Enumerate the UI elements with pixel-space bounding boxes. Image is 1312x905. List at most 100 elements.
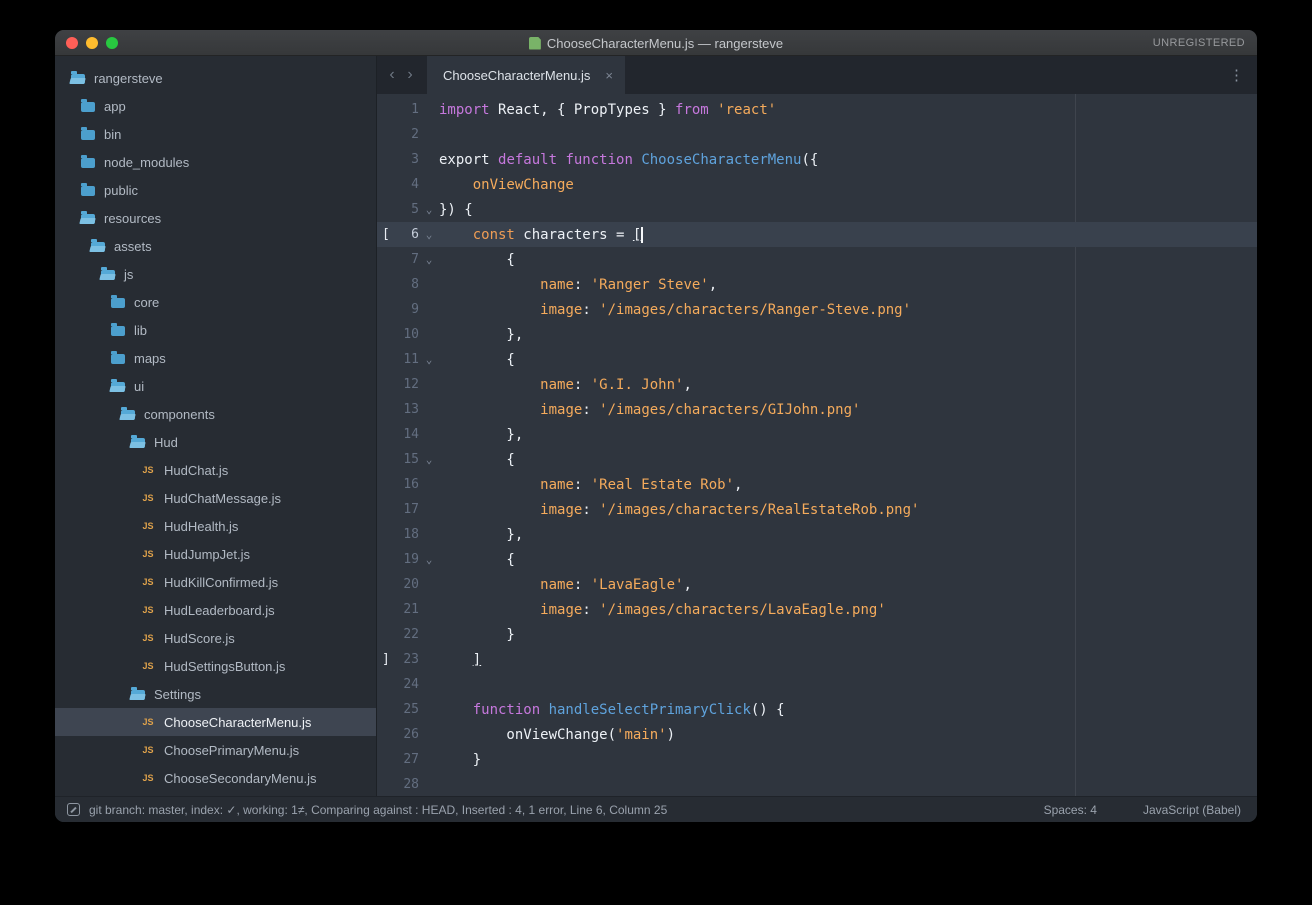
forward-icon[interactable]: › (401, 56, 419, 94)
code-editor[interactable]: 1import React, { PropTypes } from 'react… (377, 94, 1257, 796)
code-line-27[interactable]: 27 } (377, 747, 1257, 772)
fold-arrow-icon[interactable]: ⌄ (419, 453, 439, 466)
sidebar-file-hudsettingsbutton-js[interactable]: JSHudSettingsButton.js (55, 652, 376, 680)
line-number: 26 (393, 727, 419, 742)
sidebar-folder-lib[interactable]: lib (55, 316, 376, 344)
tab-bar: ‹ › ChooseCharacterMenu.js × ⋮ (377, 56, 1257, 94)
line-number: 4 (393, 177, 419, 192)
line-number: 19 (393, 552, 419, 567)
code-line-28[interactable]: 28 (377, 772, 1257, 796)
sidebar-folder-assets[interactable]: assets (55, 232, 376, 260)
code-line-2[interactable]: 2 (377, 122, 1257, 147)
line-number: 23 (393, 652, 419, 667)
code-line-24[interactable]: 24 (377, 672, 1257, 697)
line-number: 7 (393, 252, 419, 267)
line-number: 25 (393, 702, 419, 717)
sidebar-folder-node-modules[interactable]: node_modules (55, 148, 376, 176)
line-number: 18 (393, 527, 419, 542)
sidebar-item-label: ChooseSecondaryMenu.js (164, 771, 316, 786)
sidebar-folder-ui[interactable]: ui (55, 372, 376, 400)
fold-arrow-icon[interactable]: ⌄ (419, 353, 439, 366)
code-line-5[interactable]: 5⌄}) { (377, 197, 1257, 222)
code-line-13[interactable]: 13 image: '/images/characters/GIJohn.png… (377, 397, 1257, 422)
sidebar-folder-rangersteve[interactable]: rangersteve (55, 64, 376, 92)
sidebar-item-label: HudChatMessage.js (164, 491, 281, 506)
fold-arrow-icon[interactable]: ⌄ (419, 203, 439, 216)
sidebar-folder-public[interactable]: public (55, 176, 376, 204)
code-text: { (439, 352, 515, 368)
code-text: onViewChange('main') (439, 727, 675, 743)
back-icon[interactable]: ‹ (383, 56, 401, 94)
syntax-setting[interactable]: JavaScript (Babel) (1143, 803, 1241, 817)
code-line-3[interactable]: 3export default function ChooseCharacter… (377, 147, 1257, 172)
code-line-18[interactable]: 18 }, (377, 522, 1257, 547)
sidebar-file-hudchat-js[interactable]: JSHudChat.js (55, 456, 376, 484)
code-line-26[interactable]: 26 onViewChange('main') (377, 722, 1257, 747)
code-line-17[interactable]: 17 image: '/images/characters/RealEstate… (377, 497, 1257, 522)
code-line-4[interactable]: 4 onViewChange (377, 172, 1257, 197)
sidebar-file-hudleaderboard-js[interactable]: JSHudLeaderboard.js (55, 596, 376, 624)
sidebar-folder-components[interactable]: components (55, 400, 376, 428)
indent-setting[interactable]: Spaces: 4 (1044, 803, 1097, 817)
sidebar-folder-bin[interactable]: bin (55, 120, 376, 148)
sidebar-folder-hud[interactable]: Hud (55, 428, 376, 456)
code-line-14[interactable]: 14 }, (377, 422, 1257, 447)
tab-choose-character-menu[interactable]: ChooseCharacterMenu.js × (427, 56, 625, 94)
sidebar-file-hudscore-js[interactable]: JSHudScore.js (55, 624, 376, 652)
code-line-1[interactable]: 1import React, { PropTypes } from 'react… (377, 97, 1257, 122)
overflow-menu-icon[interactable]: ⋮ (1216, 66, 1257, 84)
sidebar-item-label: lib (134, 323, 147, 338)
code-text: { (439, 552, 515, 568)
code-line-6[interactable]: [6⌄ const characters = [ (377, 222, 1257, 247)
line-number: 9 (393, 302, 419, 317)
sidebar-file-chooseprimarymenu-js[interactable]: JSChoosePrimaryMenu.js (55, 736, 376, 764)
code-line-21[interactable]: 21 image: '/images/characters/LavaEagle.… (377, 597, 1257, 622)
sidebar-file-choosesecondarymenu-js[interactable]: JSChooseSecondaryMenu.js (55, 764, 376, 792)
sidebar-item-label: ui (134, 379, 144, 394)
folder-open-icon (101, 270, 115, 280)
sidebar-folder-core[interactable]: core (55, 288, 376, 316)
sidebar-file-hudhealth-js[interactable]: JSHudHealth.js (55, 512, 376, 540)
folder-icon (81, 130, 95, 140)
code-line-22[interactable]: 22 } (377, 622, 1257, 647)
code-line-7[interactable]: 7⌄ { (377, 247, 1257, 272)
folder-open-icon (71, 74, 85, 84)
folder-open-icon (131, 690, 145, 700)
fold-arrow-icon[interactable]: ⌄ (419, 228, 439, 241)
js-file-icon: JS (141, 577, 155, 587)
close-tab-icon[interactable]: × (605, 68, 613, 83)
code-line-9[interactable]: 9 image: '/images/characters/Ranger-Stev… (377, 297, 1257, 322)
folder-icon (81, 158, 95, 168)
fold-arrow-icon[interactable]: ⌄ (419, 553, 439, 566)
code-line-10[interactable]: 10 }, (377, 322, 1257, 347)
code-line-19[interactable]: 19⌄ { (377, 547, 1257, 572)
sidebar-item-label: bin (104, 127, 121, 142)
code-line-12[interactable]: 12 name: 'G.I. John', (377, 372, 1257, 397)
code-line-16[interactable]: 16 name: 'Real Estate Rob', (377, 472, 1257, 497)
line-number: 20 (393, 577, 419, 592)
sidebar-file-hudchatmessage-js[interactable]: JSHudChatMessage.js (55, 484, 376, 512)
sublime-status-icon[interactable] (67, 803, 80, 816)
sidebar-folder-js[interactable]: js (55, 260, 376, 288)
js-file-icon: JS (141, 465, 155, 475)
code-line-11[interactable]: 11⌄ { (377, 347, 1257, 372)
code-line-8[interactable]: 8 name: 'Ranger Steve', (377, 272, 1257, 297)
sidebar-folder-resources[interactable]: resources (55, 204, 376, 232)
sidebar-file-choosecharactermenu-js[interactable]: JSChooseCharacterMenu.js (55, 708, 376, 736)
sidebar-file-hudkillconfirmed-js[interactable]: JSHudKillConfirmed.js (55, 568, 376, 596)
js-file-icon: JS (141, 661, 155, 671)
titlebar[interactable]: ChooseCharacterMenu.js — rangersteve UNR… (55, 30, 1257, 56)
code-line-25[interactable]: 25 function handleSelectPrimaryClick() { (377, 697, 1257, 722)
code-text: } (439, 627, 515, 643)
code-line-15[interactable]: 15⌄ { (377, 447, 1257, 472)
code-line-23[interactable]: ]23 ] (377, 647, 1257, 672)
sidebar-folder-settings[interactable]: Settings (55, 680, 376, 708)
sidebar-item-label: HudHealth.js (164, 519, 238, 534)
folder-open-icon (81, 214, 95, 224)
fold-arrow-icon[interactable]: ⌄ (419, 253, 439, 266)
sidebar-folder-maps[interactable]: maps (55, 344, 376, 372)
sidebar-file-hudjumpjet-js[interactable]: JSHudJumpJet.js (55, 540, 376, 568)
sidebar-folder-app[interactable]: app (55, 92, 376, 120)
code-line-20[interactable]: 20 name: 'LavaEagle', (377, 572, 1257, 597)
document-icon (529, 37, 541, 50)
